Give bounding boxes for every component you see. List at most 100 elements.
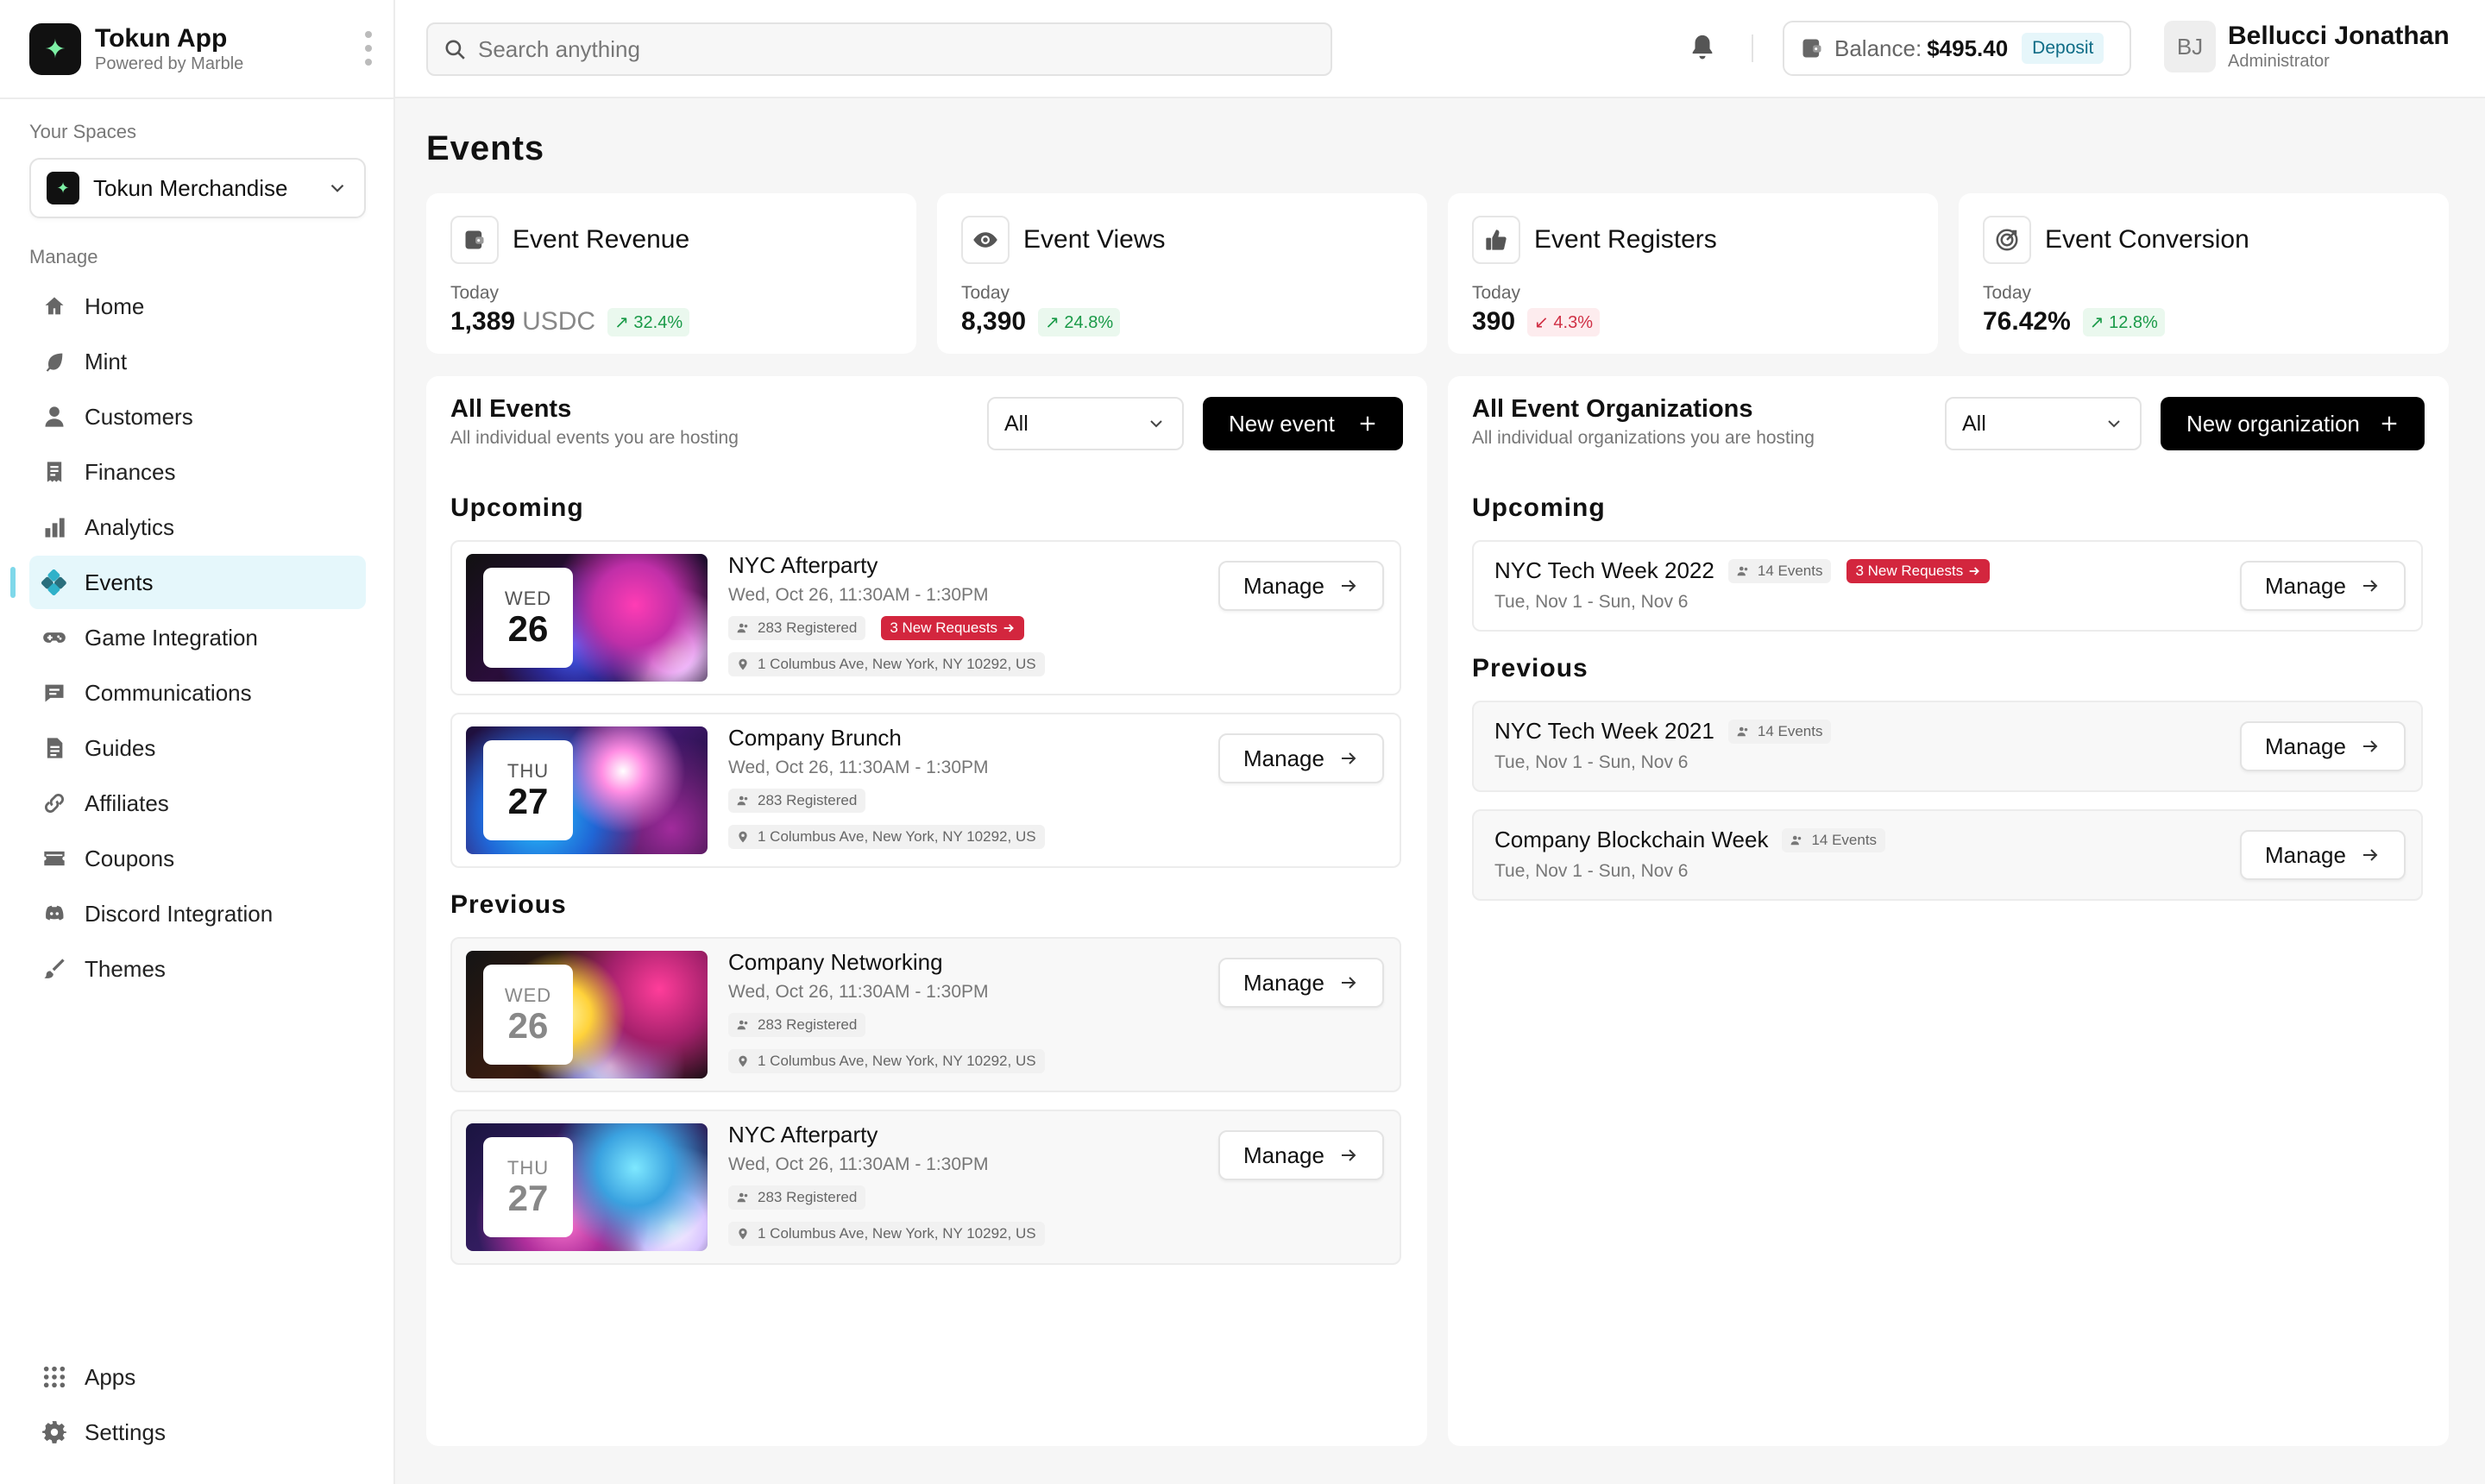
events-count: 14 Events	[1811, 831, 1878, 848]
organization-card[interactable]: NYC Tech Week 2021 14 Events Tue, Nov 1 …	[1472, 701, 2423, 792]
sidebar-item-finances[interactable]: Finances	[29, 445, 366, 499]
event-card[interactable]: THU 27 Company Brunch Wed, Oct 26, 11:30…	[450, 713, 1401, 868]
coupon-icon	[41, 846, 67, 871]
manage-button[interactable]: Manage	[1218, 1130, 1384, 1180]
sidebar-item-themes[interactable]: Themes	[29, 942, 366, 996]
space-selector[interactable]: ✦ Tokun Merchandise	[29, 158, 366, 218]
sidebar-item-settings[interactable]: Settings	[29, 1405, 366, 1459]
search-bar[interactable]	[426, 22, 1332, 76]
users-icon	[737, 1020, 748, 1030]
manage-button[interactable]: Manage	[1218, 733, 1384, 783]
sidebar-item-affiliates[interactable]: Affiliates	[29, 777, 366, 830]
sidebar-item-events[interactable]: Events	[29, 556, 366, 609]
event-title: NYC Afterparty	[728, 552, 878, 578]
stat-delta-value: 24.8%	[1064, 312, 1114, 332]
events-count-badge: 14 Events	[1727, 719, 1832, 744]
stat-value: 76.42%	[1983, 307, 2071, 336]
arrow-right-icon	[1341, 977, 1356, 989]
manage-button[interactable]: Manage	[1218, 958, 1384, 1008]
new-requests-label: 3 New Requests	[1855, 562, 1964, 579]
manage-label: Manage	[2265, 572, 2346, 599]
balance-value: $495.40	[1927, 35, 2009, 61]
stat-delta: ↙ 4.3%	[1527, 307, 1600, 336]
event-card[interactable]: THU 27 NYC Afterparty Wed, Oct 26, 11:30…	[450, 1110, 1401, 1265]
sidebar-item-mint[interactable]: Mint	[29, 335, 366, 388]
new-event-label: New event	[1229, 410, 1335, 437]
date-badge: THU 27	[483, 740, 573, 840]
location-badge: 1 Columbus Ave, New York, NY 10292, US	[728, 1222, 1045, 1246]
date-day: 27	[507, 1178, 549, 1218]
manage-button[interactable]: Manage	[2240, 721, 2406, 771]
search-input[interactable]	[478, 35, 1255, 63]
event-title: Company Brunch	[728, 725, 902, 751]
new-requests-badge[interactable]: 3 New Requests	[881, 616, 1024, 640]
date-badge: WED 26	[483, 568, 573, 668]
gamepad-icon	[41, 625, 67, 651]
registered-badge: 283 Registered	[728, 1013, 866, 1037]
new-organization-button[interactable]: New organization	[2161, 397, 2425, 450]
arrow-right-icon	[1341, 580, 1356, 592]
more-options-icon[interactable]	[362, 31, 374, 66]
location-badge: 1 Columbus Ave, New York, NY 10292, US	[728, 1049, 1045, 1073]
new-requests-badge[interactable]: 3 New Requests	[1846, 558, 1990, 583]
leaf-icon	[41, 349, 67, 374]
event-card[interactable]: WED 26 Company Networking Wed, Oct 26, 1…	[450, 937, 1401, 1092]
arrow-right-icon	[1969, 566, 1979, 575]
location-text: 1 Columbus Ave, New York, NY 10292, US	[758, 1053, 1036, 1069]
events-filter-select[interactable]: All	[987, 397, 1184, 450]
deposit-button[interactable]: Deposit	[2022, 33, 2104, 64]
arrow-right-icon	[1003, 624, 1014, 632]
sidebar-item-analytics[interactable]: Analytics	[29, 500, 366, 554]
manage-label: Manage	[2265, 733, 2346, 759]
events-count: 14 Events	[1757, 562, 1823, 579]
manage-button[interactable]: Manage	[1218, 561, 1384, 611]
location-badge: 1 Columbus Ave, New York, NY 10292, US	[728, 652, 1045, 676]
sidebar-item-guides[interactable]: Guides	[29, 721, 366, 775]
location-text: 1 Columbus Ave, New York, NY 10292, US	[758, 828, 1036, 845]
user-menu[interactable]: BJ Bellucci Jonathan Administrator	[2164, 21, 2450, 72]
events-count: 14 Events	[1757, 722, 1823, 739]
previous-heading: Previous	[1472, 654, 1589, 682]
sidebar-item-communications[interactable]: Communications	[29, 666, 366, 720]
sidebar-item-apps[interactable]: Apps	[29, 1350, 366, 1404]
stat-title: Event Revenue	[513, 225, 690, 254]
manage-button[interactable]: Manage	[2240, 561, 2406, 611]
sidebar-item-coupons[interactable]: Coupons	[29, 832, 366, 885]
sidebar-item-home[interactable]: Home	[29, 280, 366, 333]
chevron-down-icon	[1150, 420, 1162, 428]
active-indicator	[10, 567, 16, 598]
previous-heading: Previous	[450, 890, 567, 919]
filter-value: All	[1004, 411, 1029, 436]
organization-dates: Tue, Nov 1 - Sun, Nov 6	[1494, 592, 1689, 612]
user-name: Bellucci Jonathan	[2228, 22, 2450, 50]
sidebar-item-customers[interactable]: Customers	[29, 390, 366, 443]
sidebar-item-discord-integration[interactable]: Discord Integration	[29, 887, 366, 940]
user-role: Administrator	[2228, 52, 2330, 71]
manage-button[interactable]: Manage	[2240, 830, 2406, 880]
plus-icon	[2381, 416, 2397, 431]
manage-label: Manage	[1243, 572, 1324, 599]
sidebar-item-label: Customers	[85, 403, 193, 430]
organization-card[interactable]: NYC Tech Week 2022 14 Events 3 New Reque…	[1472, 540, 2423, 632]
target-icon	[1983, 216, 2031, 264]
stat-title: Event Registers	[1534, 225, 1717, 254]
notification-bell-icon[interactable]	[1688, 33, 1717, 62]
wallet-icon	[450, 216, 499, 264]
sidebar-item-game-integration[interactable]: Game Integration	[29, 611, 366, 664]
registered-count: 283 Registered	[758, 619, 858, 636]
brush-icon	[41, 956, 67, 982]
events-icon	[41, 569, 67, 595]
organizations-filter-select[interactable]: All	[1945, 397, 2142, 450]
panel-subtitle: All individual events you are hosting	[450, 428, 739, 448]
discord-icon	[41, 901, 67, 927]
event-card[interactable]: WED 26 NYC Afterparty Wed, Oct 26, 11:30…	[450, 540, 1401, 695]
date-weekday: WED	[504, 588, 552, 609]
organization-card[interactable]: Company Blockchain Week 14 Events Tue, N…	[1472, 809, 2423, 901]
sidebar: ✦ Tokun App Powered by Marble Your Space…	[0, 0, 395, 1484]
location-pin-icon	[739, 1228, 747, 1240]
new-event-button[interactable]: New event	[1203, 397, 1403, 450]
date-day: 26	[507, 1005, 549, 1046]
spaces-label: Your Spaces	[29, 121, 136, 142]
location-pin-icon	[739, 831, 747, 843]
wallet-icon	[1802, 39, 1821, 58]
